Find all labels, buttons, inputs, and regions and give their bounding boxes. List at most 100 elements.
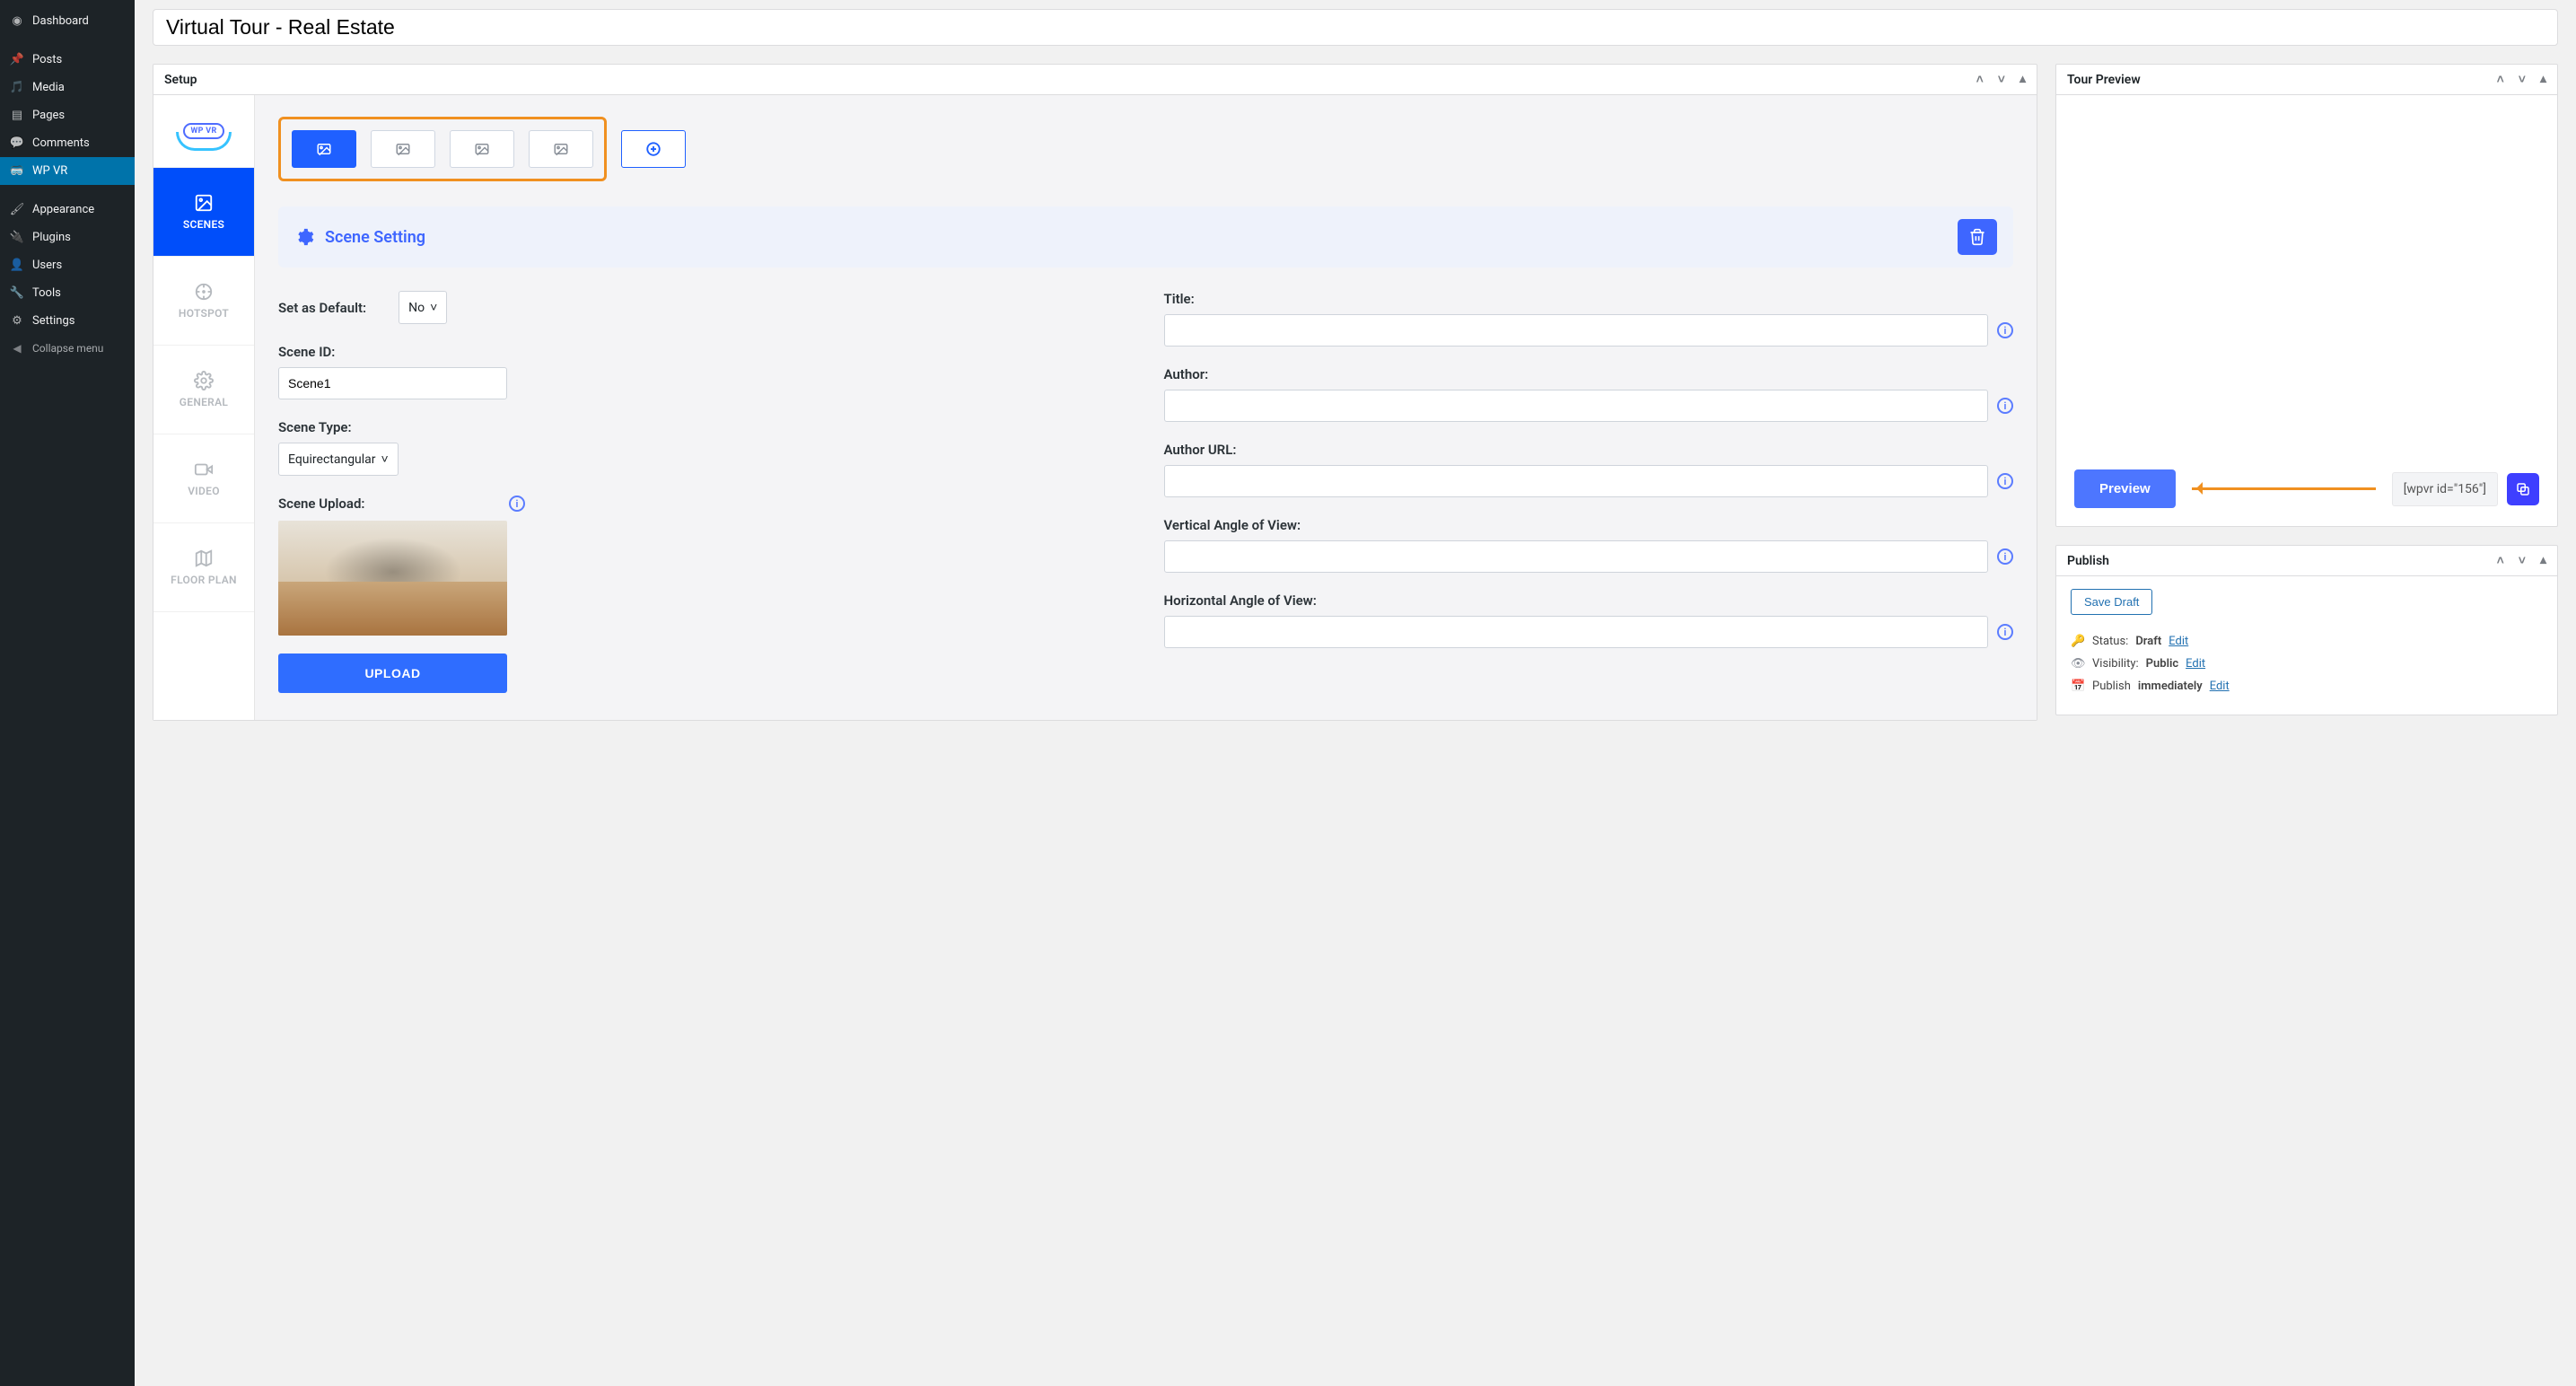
- chevron-down-icon: ˅: [381, 452, 389, 467]
- calendar-icon: 📅: [2071, 680, 2085, 693]
- scene-thumb-4[interactable]: [529, 130, 593, 168]
- tab-video[interactable]: VIDEO: [153, 434, 254, 523]
- trash-icon: [1968, 228, 1986, 246]
- tab-label: HOTSPOT: [179, 307, 229, 320]
- title-input[interactable]: [1164, 314, 1989, 346]
- info-icon[interactable]: i: [509, 496, 525, 512]
- save-draft-button[interactable]: Save Draft: [2071, 589, 2152, 615]
- copy-shortcode-button[interactable]: [2507, 473, 2539, 505]
- tab-general[interactable]: GENERAL: [153, 346, 254, 434]
- scene-preview-image: [278, 521, 507, 636]
- sidebar-item-label: Posts: [32, 53, 62, 66]
- sidebar-item-comments[interactable]: 💬 Comments: [0, 129, 135, 157]
- scene-thumb-1[interactable]: [292, 130, 356, 168]
- main-content: Setup ˄ ˅ ▴ WP VR: [135, 0, 2576, 1386]
- sidebar-item-media[interactable]: 🎵 Media: [0, 74, 135, 101]
- image-icon: [553, 141, 569, 157]
- hav-label: Horizontal Angle of View:: [1164, 592, 2014, 609]
- sidebar-item-plugins[interactable]: 🔌 Plugins: [0, 224, 135, 251]
- sidebar-item-label: WP VR: [32, 164, 67, 178]
- sidebar-item-appearance[interactable]: 🖌 Appearance: [0, 196, 135, 224]
- dashboard-icon: ◉: [9, 14, 25, 28]
- hav-input[interactable]: [1164, 616, 1989, 648]
- tab-hotspot[interactable]: HOTSPOT: [153, 257, 254, 346]
- info-icon[interactable]: i: [1997, 322, 2013, 338]
- caret-up-icon[interactable]: ▴: [2540, 72, 2546, 87]
- setup-heading: Setup: [164, 73, 197, 87]
- info-icon[interactable]: i: [1997, 398, 2013, 414]
- copy-icon: [2515, 481, 2531, 497]
- sidebar-item-dashboard[interactable]: ◉ Dashboard: [0, 7, 135, 35]
- scene-thumb-2[interactable]: [371, 130, 435, 168]
- status-row: 🔑 Status: Draft Edit: [2071, 635, 2543, 648]
- info-icon[interactable]: i: [1997, 473, 2013, 489]
- scene-thumb-add[interactable]: [621, 130, 686, 168]
- chevron-down-icon[interactable]: ˅: [1998, 72, 2005, 87]
- author-input[interactable]: [1164, 390, 1989, 422]
- tab-floor-plan[interactable]: FLOOR PLAN: [153, 523, 254, 612]
- chevron-up-icon[interactable]: ˄: [2497, 553, 2504, 568]
- tab-label: FLOOR PLAN: [171, 574, 237, 586]
- wpvr-logo-icon: WP VR: [176, 115, 232, 147]
- sidebar-item-label: Collapse menu: [32, 342, 103, 355]
- tab-scenes[interactable]: SCENES: [153, 168, 254, 257]
- video-icon: [194, 460, 214, 479]
- sidebar-item-posts[interactable]: 📌 Posts: [0, 46, 135, 74]
- target-icon: [194, 282, 214, 302]
- scene-thumb-strip: [278, 117, 2013, 181]
- scene-id-label: Scene ID:: [278, 344, 1128, 360]
- image-icon: [395, 141, 411, 157]
- brush-icon: 🖌: [9, 203, 25, 216]
- pin-icon: 📌: [9, 53, 25, 66]
- wp-admin-sidebar: ◉ Dashboard 📌 Posts 🎵 Media ▤ Pages 💬 Co…: [0, 0, 135, 1386]
- set-default-label: Set as Default:: [278, 300, 366, 316]
- scene-upload-label: Scene Upload:: [278, 496, 500, 512]
- tab-label: GENERAL: [180, 396, 228, 408]
- caret-up-icon[interactable]: ▴: [2540, 553, 2546, 568]
- scene-type-select[interactable]: Equirectangular ˅: [278, 443, 399, 476]
- edit-publish-link[interactable]: Edit: [2210, 680, 2230, 693]
- sidebar-item-settings[interactable]: ⚙ Settings: [0, 307, 135, 335]
- scene-thumb-group-highlight: [278, 117, 607, 181]
- chevron-down-icon[interactable]: ˅: [2519, 72, 2526, 87]
- chevron-down-icon[interactable]: ˅: [2519, 553, 2526, 568]
- upload-button[interactable]: UPLOAD: [278, 654, 507, 693]
- info-icon[interactable]: i: [1997, 548, 2013, 565]
- vav-input[interactable]: [1164, 540, 1989, 573]
- title-label: Title:: [1164, 291, 2014, 307]
- info-icon[interactable]: i: [1997, 624, 2013, 640]
- edit-status-link[interactable]: Edit: [2169, 635, 2188, 648]
- eye-icon: 👁: [2071, 657, 2085, 671]
- wrench-icon: 🔧: [9, 286, 25, 300]
- author-url-input[interactable]: [1164, 465, 1989, 497]
- sidebar-item-label: Pages: [32, 109, 65, 122]
- post-title-input[interactable]: [153, 9, 2558, 46]
- image-icon: [194, 193, 214, 213]
- chevron-up-icon[interactable]: ˄: [2497, 72, 2504, 87]
- sidebar-item-pages[interactable]: ▤ Pages: [0, 101, 135, 129]
- author-label: Author:: [1164, 366, 2014, 382]
- tab-label: SCENES: [183, 218, 224, 231]
- edit-visibility-link[interactable]: Edit: [2186, 657, 2205, 671]
- scene-thumb-3[interactable]: [450, 130, 514, 168]
- chevron-up-icon[interactable]: ˄: [1976, 72, 1984, 87]
- scene-form: Set as Default: No ˅ Scene ID: Scene Typ…: [278, 291, 2013, 693]
- sidebar-item-collapse[interactable]: ◀ Collapse menu: [0, 335, 135, 362]
- set-default-select[interactable]: No ˅: [399, 291, 447, 324]
- tab-logo: WP VR: [153, 95, 254, 168]
- preview-button[interactable]: Preview: [2074, 469, 2176, 508]
- media-icon: 🎵: [9, 81, 25, 94]
- tour-preview-postbox: Tour Preview ˄ ˅ ▴ Preview [wpvr id=": [2055, 64, 2558, 527]
- vr-icon: 🥽: [9, 164, 25, 178]
- scene-panel: Scene Setting Set as Defau: [255, 95, 2037, 720]
- delete-scene-button[interactable]: [1958, 219, 1997, 255]
- sidebar-item-users[interactable]: 👤 Users: [0, 251, 135, 279]
- plugin-icon: 🔌: [9, 231, 25, 244]
- page-icon: ▤: [9, 109, 25, 122]
- sidebar-item-wpvr[interactable]: 🥽 WP VR: [0, 157, 135, 185]
- annotation-arrow: [2192, 487, 2376, 490]
- scene-id-input[interactable]: [278, 367, 507, 399]
- sidebar-item-tools[interactable]: 🔧 Tools: [0, 279, 135, 307]
- tab-label: VIDEO: [188, 485, 220, 497]
- caret-up-icon[interactable]: ▴: [2020, 72, 2026, 87]
